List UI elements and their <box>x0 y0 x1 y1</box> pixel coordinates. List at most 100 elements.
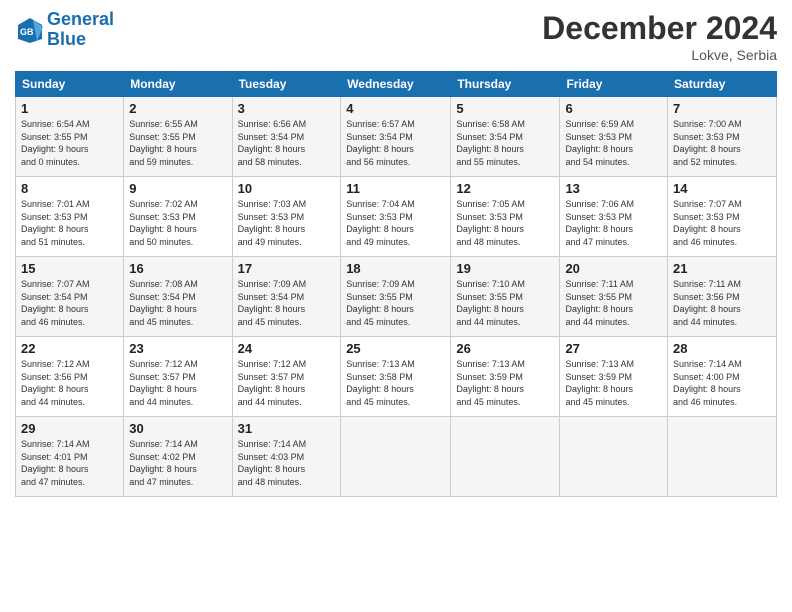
week-row-5: 29Sunrise: 7:14 AM Sunset: 4:01 PM Dayli… <box>16 417 777 497</box>
day-number: 29 <box>21 421 118 436</box>
day-cell: 27 Sunrise: 7:13 AM Sunset: 3:59 PM Dayli… <box>560 337 668 417</box>
day-number: 23 <box>129 341 226 356</box>
day-cell: 11 Sunrise: 7:04 AM Sunset: 3:53 PM Dayli… <box>341 177 451 257</box>
day-number: 24 <box>238 341 336 356</box>
day-number: 6 <box>565 101 662 116</box>
day-cell <box>451 417 560 497</box>
day-cell: 2 Sunrise: 6:55 AM Sunset: 3:55 PM Daylig… <box>124 97 232 177</box>
day-cell: 29Sunrise: 7:14 AM Sunset: 4:01 PM Dayli… <box>16 417 124 497</box>
day-cell: 26 Sunrise: 7:13 AM Sunset: 3:59 PM Dayli… <box>451 337 560 417</box>
day-info: Sunrise: 7:13 AM Sunset: 3:59 PM Dayligh… <box>456 358 554 408</box>
day-info: Sunrise: 7:00 AM Sunset: 3:53 PM Dayligh… <box>673 118 771 168</box>
day-info: Sunrise: 7:01 AM Sunset: 3:53 PM Dayligh… <box>21 198 118 248</box>
day-cell: 7 Sunrise: 7:00 AM Sunset: 3:53 PM Daylig… <box>668 97 777 177</box>
day-number: 14 <box>673 181 771 196</box>
header-cell-saturday: Saturday <box>668 72 777 97</box>
day-number: 22 <box>21 341 118 356</box>
day-number: 25 <box>346 341 445 356</box>
day-number: 17 <box>238 261 336 276</box>
day-number: 15 <box>21 261 118 276</box>
day-cell: 15Sunrise: 7:07 AM Sunset: 3:54 PM Dayli… <box>16 257 124 337</box>
day-cell: 28Sunrise: 7:14 AM Sunset: 4:00 PM Dayli… <box>668 337 777 417</box>
day-info: Sunrise: 7:02 AM Sunset: 3:53 PM Dayligh… <box>129 198 226 248</box>
day-number: 30 <box>129 421 226 436</box>
day-cell: 8 Sunrise: 7:01 AM Sunset: 3:53 PM Daylig… <box>16 177 124 257</box>
header-row: SundayMondayTuesdayWednesdayThursdayFrid… <box>16 72 777 97</box>
day-number: 8 <box>21 181 118 196</box>
day-cell: 6 Sunrise: 6:59 AM Sunset: 3:53 PM Daylig… <box>560 97 668 177</box>
day-cell: 21Sunrise: 7:11 AM Sunset: 3:56 PM Dayli… <box>668 257 777 337</box>
day-number: 3 <box>238 101 336 116</box>
day-cell: 10 Sunrise: 7:03 AM Sunset: 3:53 PM Dayli… <box>232 177 341 257</box>
logo-line2: Blue <box>47 29 86 49</box>
header-cell-friday: Friday <box>560 72 668 97</box>
day-number: 26 <box>456 341 554 356</box>
day-info: Sunrise: 7:12 AM Sunset: 3:57 PM Dayligh… <box>238 358 336 408</box>
day-number: 7 <box>673 101 771 116</box>
day-cell: 22 Sunrise: 7:12 AM Sunset: 3:56 PM Dayli… <box>16 337 124 417</box>
week-row-3: 15Sunrise: 7:07 AM Sunset: 3:54 PM Dayli… <box>16 257 777 337</box>
day-info: Sunrise: 7:11 AM Sunset: 3:55 PM Dayligh… <box>565 278 662 328</box>
logo: GB General Blue <box>15 10 114 50</box>
header-cell-wednesday: Wednesday <box>341 72 451 97</box>
header-cell-thursday: Thursday <box>451 72 560 97</box>
day-cell: 14 Sunrise: 7:07 AM Sunset: 3:53 PM Dayli… <box>668 177 777 257</box>
day-info: Sunrise: 7:13 AM Sunset: 3:58 PM Dayligh… <box>346 358 445 408</box>
day-cell: 20Sunrise: 7:11 AM Sunset: 3:55 PM Dayli… <box>560 257 668 337</box>
day-number: 31 <box>238 421 336 436</box>
title-block: December 2024 Lokve, Serbia <box>542 10 777 63</box>
day-info: Sunrise: 6:55 AM Sunset: 3:55 PM Dayligh… <box>129 118 226 168</box>
svg-text:GB: GB <box>20 27 34 37</box>
day-number: 18 <box>346 261 445 276</box>
day-cell: 1Sunrise: 6:54 AM Sunset: 3:55 PM Daylig… <box>16 97 124 177</box>
day-info: Sunrise: 6:59 AM Sunset: 3:53 PM Dayligh… <box>565 118 662 168</box>
day-info: Sunrise: 6:58 AM Sunset: 3:54 PM Dayligh… <box>456 118 554 168</box>
day-cell: 9 Sunrise: 7:02 AM Sunset: 3:53 PM Daylig… <box>124 177 232 257</box>
day-info: Sunrise: 6:56 AM Sunset: 3:54 PM Dayligh… <box>238 118 336 168</box>
day-info: Sunrise: 7:12 AM Sunset: 3:57 PM Dayligh… <box>129 358 226 408</box>
day-cell: 19Sunrise: 7:10 AM Sunset: 3:55 PM Dayli… <box>451 257 560 337</box>
day-cell: 4Sunrise: 6:57 AM Sunset: 3:54 PM Daylig… <box>341 97 451 177</box>
day-number: 9 <box>129 181 226 196</box>
day-number: 11 <box>346 181 445 196</box>
day-number: 16 <box>129 261 226 276</box>
logo-icon: GB <box>15 15 45 45</box>
day-number: 13 <box>565 181 662 196</box>
day-number: 2 <box>129 101 226 116</box>
day-number: 19 <box>456 261 554 276</box>
day-cell: 25 Sunrise: 7:13 AM Sunset: 3:58 PM Dayli… <box>341 337 451 417</box>
day-info: Sunrise: 7:13 AM Sunset: 3:59 PM Dayligh… <box>565 358 662 408</box>
day-cell: 30 Sunrise: 7:14 AM Sunset: 4:02 PM Dayli… <box>124 417 232 497</box>
day-info: Sunrise: 7:06 AM Sunset: 3:53 PM Dayligh… <box>565 198 662 248</box>
header: GB General Blue December 2024 Lokve, Ser… <box>15 10 777 63</box>
week-row-4: 22 Sunrise: 7:12 AM Sunset: 3:56 PM Dayli… <box>16 337 777 417</box>
day-info: Sunrise: 7:09 AM Sunset: 3:54 PM Dayligh… <box>238 278 336 328</box>
day-number: 12 <box>456 181 554 196</box>
day-cell <box>560 417 668 497</box>
day-info: Sunrise: 6:57 AM Sunset: 3:54 PM Dayligh… <box>346 118 445 168</box>
day-cell <box>668 417 777 497</box>
day-info: Sunrise: 7:07 AM Sunset: 3:53 PM Dayligh… <box>673 198 771 248</box>
day-info: Sunrise: 7:12 AM Sunset: 3:56 PM Dayligh… <box>21 358 118 408</box>
location: Lokve, Serbia <box>542 47 777 63</box>
day-cell: 16Sunrise: 7:08 AM Sunset: 3:54 PM Dayli… <box>124 257 232 337</box>
day-cell: 18Sunrise: 7:09 AM Sunset: 3:55 PM Dayli… <box>341 257 451 337</box>
day-info: Sunrise: 7:05 AM Sunset: 3:53 PM Dayligh… <box>456 198 554 248</box>
header-cell-monday: Monday <box>124 72 232 97</box>
page: GB General Blue December 2024 Lokve, Ser… <box>0 0 792 507</box>
day-info: Sunrise: 7:03 AM Sunset: 3:53 PM Dayligh… <box>238 198 336 248</box>
day-number: 10 <box>238 181 336 196</box>
day-cell: 5 Sunrise: 6:58 AM Sunset: 3:54 PM Daylig… <box>451 97 560 177</box>
header-cell-tuesday: Tuesday <box>232 72 341 97</box>
day-info: Sunrise: 7:14 AM Sunset: 4:02 PM Dayligh… <box>129 438 226 488</box>
day-number: 1 <box>21 101 118 116</box>
day-info: Sunrise: 7:11 AM Sunset: 3:56 PM Dayligh… <box>673 278 771 328</box>
day-number: 27 <box>565 341 662 356</box>
day-number: 5 <box>456 101 554 116</box>
day-cell: 31Sunrise: 7:14 AM Sunset: 4:03 PM Dayli… <box>232 417 341 497</box>
week-row-1: 1Sunrise: 6:54 AM Sunset: 3:55 PM Daylig… <box>16 97 777 177</box>
day-cell: 3 Sunrise: 6:56 AM Sunset: 3:54 PM Daylig… <box>232 97 341 177</box>
day-info: Sunrise: 7:04 AM Sunset: 3:53 PM Dayligh… <box>346 198 445 248</box>
day-cell: 23 Sunrise: 7:12 AM Sunset: 3:57 PM Dayli… <box>124 337 232 417</box>
header-cell-sunday: Sunday <box>16 72 124 97</box>
